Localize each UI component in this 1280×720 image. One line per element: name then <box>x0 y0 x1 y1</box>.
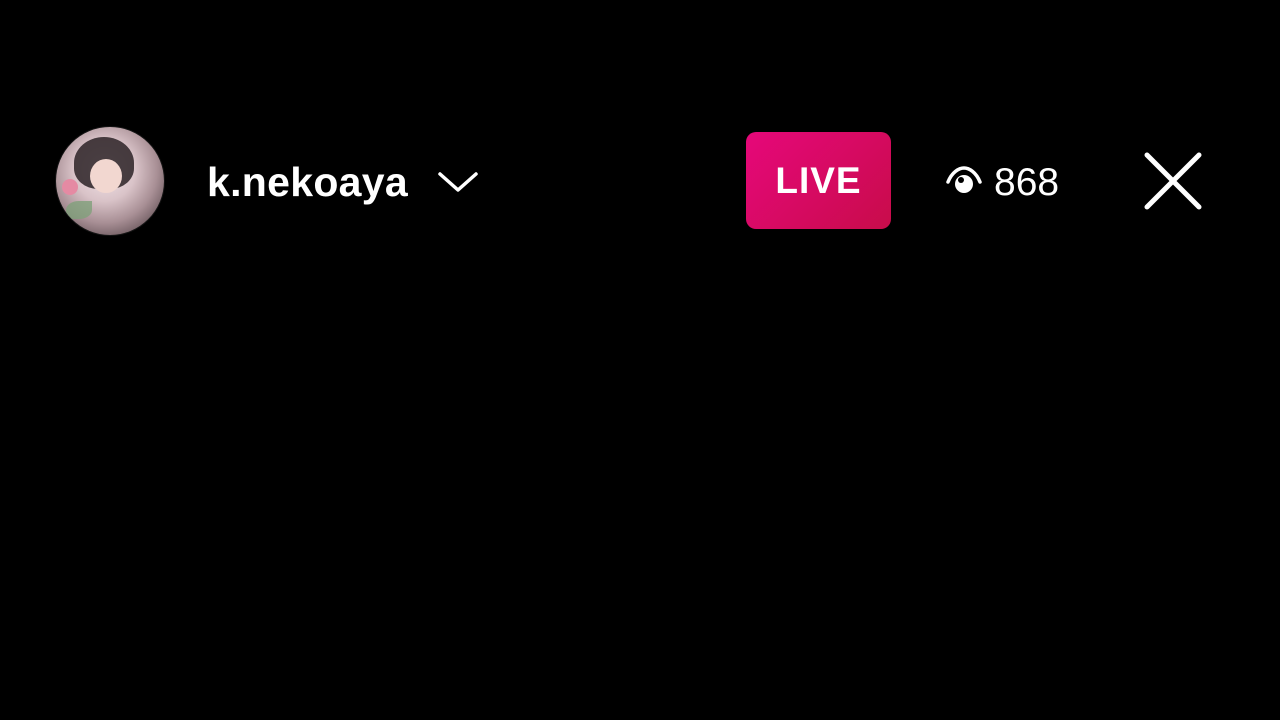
close-icon <box>1144 152 1202 210</box>
live-header-bar: k.nekoaya LIVE 868 <box>0 120 1280 240</box>
viewer-count: 868 <box>994 160 1060 204</box>
avatar-leaf-shape <box>66 201 92 219</box>
avatar-face-shape <box>90 159 122 193</box>
avatar[interactable] <box>56 127 164 235</box>
eye-icon <box>946 166 982 193</box>
close-button[interactable] <box>1136 144 1210 218</box>
live-stream-screen: k.nekoaya LIVE 868 <box>0 0 1280 720</box>
viewer-count-indicator[interactable]: 868 <box>946 152 1059 212</box>
live-badge: LIVE <box>746 132 891 229</box>
avatar-flower-shape <box>62 179 78 195</box>
username: k.nekoaya <box>207 158 408 205</box>
chevron-down-icon <box>438 172 478 192</box>
username-dropdown[interactable]: k.nekoaya <box>207 152 480 212</box>
